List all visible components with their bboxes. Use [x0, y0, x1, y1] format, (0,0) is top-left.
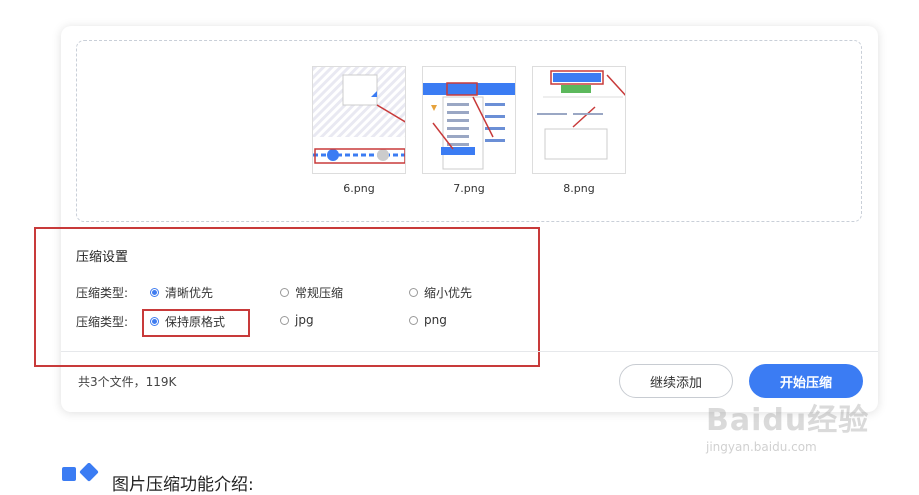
footer-divider [61, 351, 878, 352]
radio-icon[interactable] [280, 288, 289, 297]
compress-settings-title: 压缩设置 [76, 250, 129, 265]
option-label: 常规压缩 [295, 286, 344, 300]
option-jpg[interactable]: jpg [280, 313, 314, 327]
file-thumbnail-8[interactable] [532, 66, 626, 174]
option-normal-compress[interactable]: 常规压缩 [280, 284, 343, 301]
radio-icon[interactable] [409, 315, 418, 325]
baidu-watermark-url: jingyan.baidu.com [706, 440, 817, 454]
option-size-first[interactable]: 缩小优先 [409, 284, 472, 301]
option-label: png [424, 313, 447, 327]
baidu-watermark: Baidu经验 [706, 403, 870, 438]
file-name: 6.png [343, 182, 375, 195]
option-png[interactable]: png [409, 313, 447, 327]
option-label: 保持原格式 [165, 315, 226, 329]
thumbnail-image [533, 67, 625, 173]
file-summary: 共3个文件，119K [78, 375, 177, 389]
continue-add-button[interactable]: 继续添加 [619, 364, 733, 398]
start-compress-button[interactable]: 开始压缩 [749, 364, 863, 398]
option-label: 清晰优先 [165, 286, 214, 300]
compress-type-label: 压缩类型: [76, 286, 129, 300]
format-type-label: 压缩类型: [76, 315, 129, 329]
option-clarity-first[interactable]: 清晰优先 [150, 284, 213, 301]
option-keep-format[interactable]: 保持原格式 [150, 313, 225, 330]
thumbnail-image [313, 67, 405, 173]
thumbnail-image [423, 67, 515, 173]
radio-icon[interactable] [409, 288, 418, 297]
radio-selected-icon[interactable] [150, 288, 159, 297]
file-thumbnail-7[interactable] [422, 66, 516, 174]
option-label: 缩小优先 [424, 286, 473, 300]
file-thumbnail-6[interactable] [312, 66, 406, 174]
file-name: 7.png [453, 182, 485, 195]
radio-selected-icon[interactable] [150, 317, 159, 326]
radio-icon[interactable] [280, 315, 289, 325]
option-label: jpg [295, 313, 314, 327]
file-name: 8.png [563, 182, 595, 195]
section-diamond-icon [62, 463, 99, 482]
